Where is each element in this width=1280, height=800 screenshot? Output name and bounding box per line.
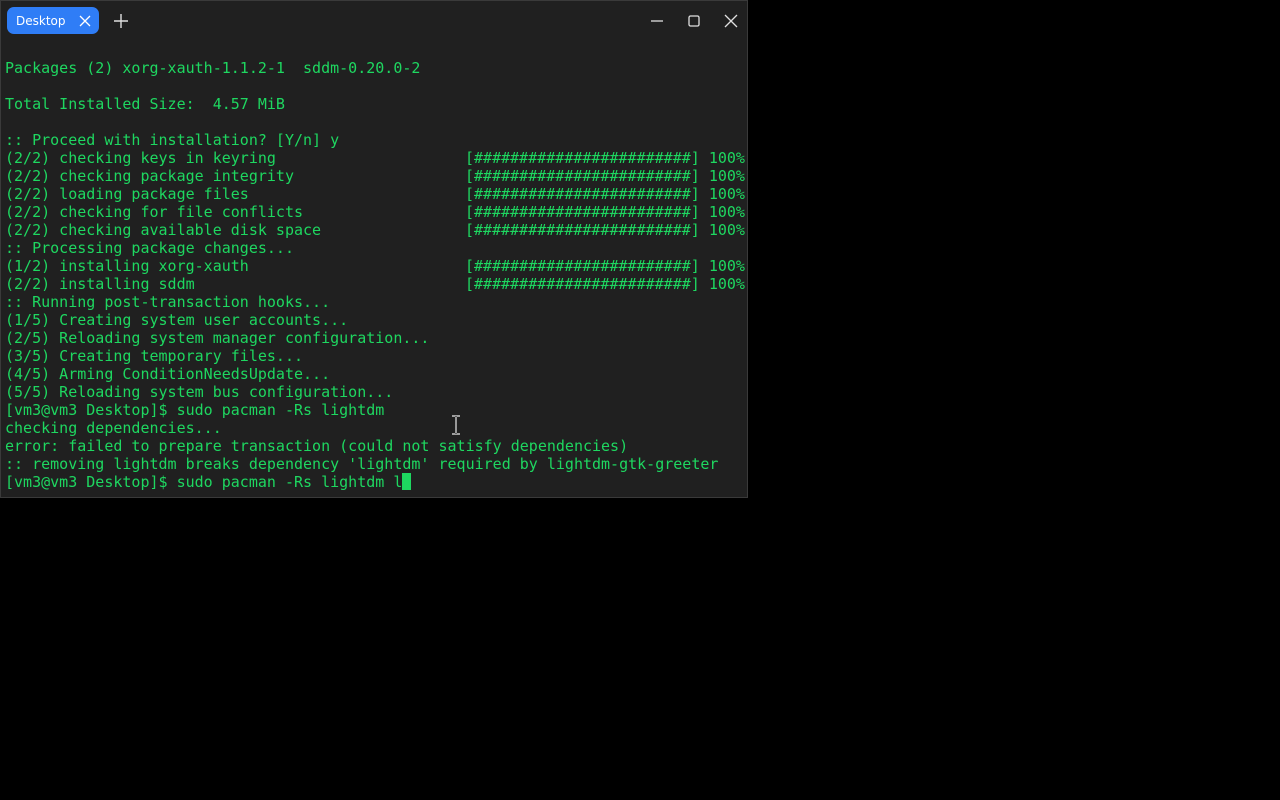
title-bar: Desktop	[1, 1, 747, 39]
terminal-line: (2/5) Reloading system manager configura…	[5, 329, 745, 347]
prompt-line[interactable]: [vm3@vm3 Desktop]$ sudo pacman -Rs light…	[5, 473, 745, 491]
terminal-line-text: [vm3@vm3 Desktop]$ sudo pacman -Rs light…	[5, 401, 385, 419]
terminal-line: (5/5) Reloading system bus configuration…	[5, 383, 745, 401]
close-icon[interactable]	[74, 10, 96, 32]
terminal-line: checking dependencies...	[5, 419, 745, 437]
progress-bar-text: [########################] 100%	[465, 257, 745, 275]
terminal-line-text: (2/2) checking package integrity	[5, 167, 294, 185]
terminal-line: :: Proceed with installation? [Y/n] y	[5, 131, 745, 149]
terminal-line-text: (1/5) Creating system user accounts...	[5, 311, 349, 329]
tab-label: Desktop	[16, 13, 66, 28]
terminal-line-text: (2/5) Reloading system manager configura…	[5, 329, 430, 347]
progress-bar-text: [########################] 100%	[465, 221, 745, 239]
progress-bar-text: [########################] 100%	[465, 275, 745, 293]
text-cursor-icon	[450, 415, 462, 435]
minimize-icon[interactable]	[646, 10, 668, 32]
terminal-line-text: (2/2) checking keys in keyring	[5, 149, 276, 167]
terminal-line-text: Total Installed Size: 4.57 MiB	[5, 95, 285, 113]
terminal-line: (2/2) installing sddm [##################…	[5, 275, 745, 293]
terminal-line: :: Processing package changes...	[5, 239, 745, 257]
terminal-line: (1/5) Creating system user accounts...	[5, 311, 745, 329]
terminal-line: [vm3@vm3 Desktop]$ sudo pacman -Rs light…	[5, 401, 745, 419]
progress-bar-text: [########################] 100%	[465, 167, 745, 185]
terminal-line-text: :: removing lightdm breaks dependency 'l…	[5, 455, 719, 473]
terminal-line: :: Running post-transaction hooks...	[5, 293, 745, 311]
terminal-line-text: (2/2) checking for file conflicts	[5, 203, 304, 221]
command-input[interactable]: sudo pacman -Rs lightdm l	[177, 473, 403, 491]
terminal-line: (2/2) checking keys in keyring [#########…	[5, 149, 745, 167]
terminal-line: (2/2) checking available disk space [####…	[5, 221, 745, 239]
shell-prompt: [vm3@vm3 Desktop]$	[5, 473, 177, 491]
terminal-line-text: (1/2) installing xorg-xauth	[5, 257, 249, 275]
terminal-line-text: (5/5) Reloading system bus configuration…	[5, 383, 394, 401]
terminal-line: Packages (2) xorg-xauth-1.1.2-1 sddm-0.2…	[5, 59, 745, 77]
terminal-line: (2/2) checking for file conflicts [######…	[5, 203, 745, 221]
terminal-line-text: (4/5) Arming ConditionNeedsUpdate...	[5, 365, 331, 383]
terminal-line-text: (2/2) checking available disk space	[5, 221, 322, 239]
plus-icon[interactable]	[111, 11, 131, 31]
terminal-line: :: removing lightdm breaks dependency 'l…	[5, 455, 745, 473]
terminal-line-text: checking dependencies...	[5, 419, 222, 437]
progress-bar-text: [########################] 100%	[465, 149, 745, 167]
terminal-output[interactable]: Packages (2) xorg-xauth-1.1.2-1 sddm-0.2…	[5, 41, 745, 495]
terminal-line-text: (2/2) loading package files	[5, 185, 249, 203]
terminal-line-text: :: Proceed with installation? [Y/n] y	[5, 131, 340, 149]
terminal-line: (2/2) checking package integrity [#######…	[5, 167, 745, 185]
terminal-line: (4/5) Arming ConditionNeedsUpdate...	[5, 365, 745, 383]
progress-bar-text: [########################] 100%	[465, 203, 745, 221]
terminal-line-text: :: Processing package changes...	[5, 239, 294, 257]
terminal-line-text: Packages (2) xorg-xauth-1.1.2-1 sddm-0.2…	[5, 59, 421, 77]
tab-desktop[interactable]: Desktop	[7, 7, 99, 34]
progress-bar-text: [########################] 100%	[465, 185, 745, 203]
terminal-line: error: failed to prepare transaction (co…	[5, 437, 745, 455]
terminal-line-text: error: failed to prepare transaction (co…	[5, 437, 629, 455]
terminal-line: (2/2) loading package files [############…	[5, 185, 745, 203]
terminal-line: (1/2) installing xorg-xauth [############…	[5, 257, 745, 275]
terminal-line-text: (2/2) installing sddm	[5, 275, 195, 293]
terminal-window: Desktop Packages (2) xorg-xauth-1.1.2-1 …	[0, 0, 748, 498]
terminal-cursor	[402, 473, 412, 490]
terminal-line: (3/5) Creating temporary files...	[5, 347, 745, 365]
terminal-line-text: :: Running post-transaction hooks...	[5, 293, 331, 311]
maximize-icon[interactable]	[683, 10, 705, 32]
terminal-line-text: (3/5) Creating temporary files...	[5, 347, 304, 365]
close-icon[interactable]	[720, 10, 742, 32]
terminal-line: Total Installed Size: 4.57 MiB	[5, 95, 745, 113]
